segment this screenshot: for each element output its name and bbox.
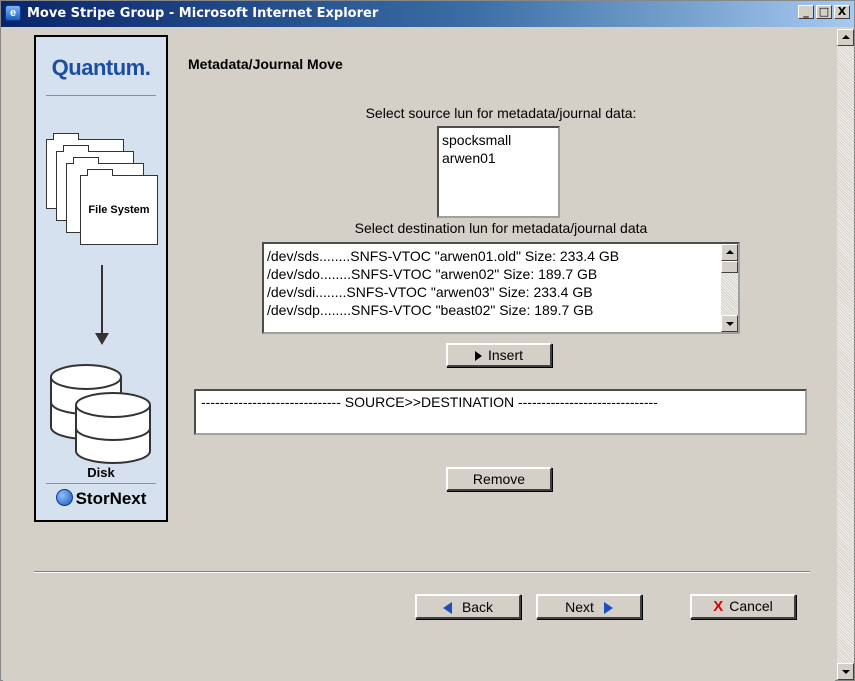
scroll-up-button[interactable] [837,29,854,46]
back-label: Back [461,598,494,615]
next-label: Next [565,598,594,615]
destination-lun-option[interactable]: /dev/sds........SNFS-VTOC "arwen01.old" … [264,247,738,265]
wizard-sidebar: Quantum. File System Disk StorNext [34,35,168,522]
insert-button[interactable]: Insert [446,343,552,367]
source-destination-header: ------------------------------ SOURCE>>D… [201,394,658,410]
minimize-button[interactable]: _ [798,5,814,19]
quantum-logo: Quantum. [51,55,151,80]
maximize-button[interactable]: □ [816,5,832,19]
folder-icon-front: File System [80,169,158,245]
file-system-icon: File System [46,133,166,249]
flow-arrow-line [101,265,103,335]
footer-divider [34,571,810,573]
arrow-down-icon [726,322,734,326]
arrow-right-icon [603,601,613,614]
close-button[interactable]: X [834,5,850,19]
source-prompt: Select source lun for metadata/journal d… [365,105,637,121]
page-scrollbar[interactable] [837,29,854,680]
disk-icon [50,364,151,464]
arrow-down-icon [842,670,850,674]
destination-lun-list[interactable]: /dev/sds........SNFS-VTOC "arwen01.old" … [262,242,740,334]
source-lun-option[interactable]: arwen01 [439,149,558,167]
destination-lun-option[interactable]: /dev/sdi........SNFS-VTOC "arwen03" Size… [264,283,738,301]
window-controls: _ □ X [798,5,850,19]
play-arrow-icon [474,351,482,362]
file-system-label: File System [88,204,150,216]
destination-list-scrollbar[interactable] [721,244,738,332]
list-scroll-up-button[interactable] [721,244,738,261]
list-scroll-thumb[interactable] [721,261,738,273]
list-scroll-down-button[interactable] [721,315,738,332]
next-button[interactable]: Next [536,594,642,619]
page-title: Metadata/Journal Move [188,56,343,72]
arrow-down-icon [95,333,109,345]
insert-label: Insert [487,347,523,363]
browser-window: e Move Stripe Group - Microsoft Internet… [0,0,855,681]
globe-icon [55,489,73,506]
window-title: Move Stripe Group - Microsoft Internet E… [27,6,379,21]
back-button[interactable]: Back [415,594,521,619]
title-bar[interactable]: e Move Stripe Group - Microsoft Internet… [1,1,854,27]
cancel-button[interactable]: X Cancel [690,594,796,619]
arrow-up-icon [726,250,734,254]
scroll-down-button[interactable] [837,663,854,680]
x-icon: X [713,598,724,615]
ie-icon: e [5,5,21,21]
source-destination-list[interactable]: ------------------------------ SOURCE>>D… [194,389,807,435]
disk-label: Disk [87,465,115,480]
destination-prompt: Select destination lun for metadata/jour… [354,220,648,236]
arrow-up-icon [842,35,850,39]
source-lun-list[interactable]: spocksmall arwen01 [437,126,560,218]
source-lun-option[interactable]: spocksmall [439,131,558,149]
destination-lun-option[interactable]: /dev/sdp........SNFS-VTOC "beast02" Size… [264,301,738,319]
cancel-label: Cancel [729,598,773,614]
remove-button[interactable]: Remove [446,467,552,491]
destination-lun-option[interactable]: /dev/sdo........SNFS-VTOC "arwen02" Size… [264,265,738,283]
stornext-label: StorNext [75,489,147,508]
stornext-logo: StorNext [36,483,166,515]
sidebar-divider [46,95,156,96]
arrow-left-icon [442,601,452,614]
